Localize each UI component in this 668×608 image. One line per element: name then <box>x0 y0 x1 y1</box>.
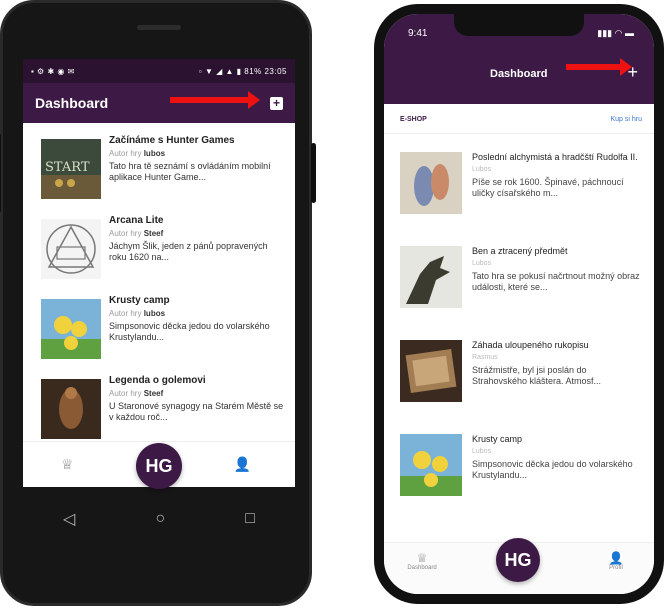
game-info: Ben a ztracený předmět Lubos Tato hra se… <box>472 246 644 340</box>
user-icon[interactable]: 👤 <box>234 456 251 473</box>
game-author: Autor hry Steef <box>109 389 164 398</box>
android-phone: ▪ ⚙ ✱ ◉ ✉ ▫ ▼ ◢ ▲ ▮ 81% 23:05 Dashboard … <box>0 0 316 606</box>
red-arrow-annotation <box>170 91 260 109</box>
game-title: Záhada uloupeného rukopisu <box>472 340 589 350</box>
list-item[interactable]: Legenda o golemovi Autor hry Steef U Sta… <box>41 371 285 451</box>
game-info: Arcana Lite Autor hry Steef Jáchym Šlik,… <box>109 215 285 291</box>
game-info: Krusty camp Lubos Simpsonovic děcka jedo… <box>472 434 644 528</box>
game-info: Krusty camp Autor hry lubos Simpsonovic … <box>109 295 285 371</box>
list-item[interactable]: Záhada uloupeného rukopisu Rasmus Strážm… <box>400 340 644 434</box>
status-icons-left: ▪ ⚙ ✱ ◉ ✉ <box>31 66 75 76</box>
list-item[interactable]: Arcana Lite Autor hry Steef Jáchym Šlik,… <box>41 211 285 291</box>
power-button <box>311 143 316 203</box>
game-thumbnail <box>41 219 101 279</box>
nav-header: 9:41 ▮▮▮ ◠ ▬ Dashboard + <box>384 14 654 104</box>
game-description: Simpsonovic děcka jedou do volarského Kr… <box>109 321 270 342</box>
game-description: Píše se rok 1600. Špinavé, páchnoucí uli… <box>472 177 624 198</box>
game-author: Autor hry lubos <box>109 149 166 158</box>
status-bar: ▪ ⚙ ✱ ◉ ✉ ▫ ▼ ◢ ▲ ▮ 81% 23:05 <box>23 59 295 83</box>
recents-icon[interactable]: □ <box>245 510 255 528</box>
game-title: Arcana Lite <box>109 215 164 226</box>
game-description: U Staronové synagogy na Starém Městě se … <box>109 401 284 422</box>
android-screen: ▪ ⚙ ✱ ◉ ✉ ▫ ▼ ◢ ▲ ▮ 81% 23:05 Dashboard … <box>23 59 295 487</box>
crown-icon[interactable]: ♕ <box>61 456 74 473</box>
game-description: Strážmistře, byl jsi poslán do Strahovsk… <box>472 365 602 386</box>
tab-label: Profil <box>609 565 623 571</box>
game-thumbnail <box>41 379 101 439</box>
game-thumbnail <box>400 434 462 496</box>
game-info: Záhada uloupeného rukopisu Rasmus Strážm… <box>472 340 644 434</box>
game-thumbnail <box>41 299 101 359</box>
buy-game-link[interactable]: Kup si hru <box>610 116 642 123</box>
game-thumbnail <box>400 246 462 308</box>
status-time: 9:41 <box>408 28 428 39</box>
game-title: Krusty camp <box>109 295 170 306</box>
game-list: START Začínáme s Hunter Games Autor hry … <box>23 123 295 451</box>
list-item[interactable]: Ben a ztracený předmět Lubos Tato hra se… <box>400 246 644 340</box>
tab-profile[interactable]: 👤 Profil <box>596 551 636 571</box>
game-thumbnail <box>400 340 462 402</box>
game-description: Simpsonovic děcka jedou do volarského Kr… <box>472 459 633 480</box>
game-title: Ben a ztracený předmět <box>472 246 568 256</box>
game-author: Autor hry Steef <box>109 229 164 238</box>
game-info: Poslední alchymistá a hradčští Rudolfa I… <box>472 152 644 246</box>
back-icon[interactable]: ◁ <box>63 509 75 529</box>
user-icon: 👤 <box>608 551 624 565</box>
hg-logo-icon[interactable]: HG <box>136 443 182 489</box>
start-thumbnail-text: START <box>45 160 90 175</box>
game-author: Rasmus <box>472 354 498 361</box>
game-info: Začínáme s Hunter Games Autor hry lubos … <box>109 135 285 211</box>
composite-image: ▪ ⚙ ✱ ◉ ✉ ▫ ▼ ◢ ▲ ▮ 81% 23:05 Dashboard … <box>0 0 668 608</box>
notch <box>454 14 584 36</box>
list-item[interactable]: Krusty camp Lubos Simpsonovic děcka jedo… <box>400 434 644 528</box>
crown-icon: ♕ <box>416 551 428 565</box>
android-nav-bar: ◁ ○ □ <box>23 497 295 541</box>
status-icons-right: ▫ ▼ ◢ ▲ ▮ 81% 23:05 <box>198 66 287 76</box>
status-icons: ▮▮▮ ◠ ▬ <box>597 28 634 38</box>
hg-logo-icon[interactable]: HG <box>496 538 540 582</box>
tab-dashboard[interactable]: ♕ Dashboard <box>402 551 442 571</box>
game-title: Legenda o golemovi <box>109 375 206 386</box>
tab-label: Dashboard <box>407 565 437 571</box>
plus-square-icon[interactable]: + <box>270 96 283 110</box>
eshop-list: Poslední alchymistá a hradčští Rudolfa I… <box>384 134 654 528</box>
game-title: Krusty camp <box>472 434 523 444</box>
speaker-grill <box>137 25 181 30</box>
game-author: Autor hry lubos <box>109 309 166 318</box>
home-icon[interactable]: ○ <box>155 510 165 528</box>
red-arrow-annotation <box>566 58 632 76</box>
game-author: Lubos <box>472 448 492 455</box>
game-thumbnail <box>400 152 462 214</box>
iphone: 9:41 ▮▮▮ ◠ ▬ Dashboard + E-SHOP Kup si h… <box>374 4 664 604</box>
game-author: Lubos <box>472 166 492 173</box>
game-title: Poslední alchymistá a hradčští Rudolfa I… <box>472 152 638 162</box>
volume-button <box>0 133 1 213</box>
section-title: E-SHOP <box>400 116 427 123</box>
game-thumbnail: START <box>41 139 101 199</box>
list-item[interactable]: START Začínáme s Hunter Games Autor hry … <box>41 131 285 211</box>
game-author: Lubos <box>472 260 492 267</box>
list-item[interactable]: Krusty camp Autor hry lubos Simpsonovic … <box>41 291 285 371</box>
page-title: Dashboard <box>490 68 548 80</box>
game-title: Začínáme s Hunter Games <box>109 135 235 146</box>
game-description: Tato hra se pokusí načrtnout možný obraz… <box>472 271 640 292</box>
game-description: Jáchym Šlik, jeden z pánů popravených ro… <box>109 241 268 262</box>
eshop-section-header: E-SHOP Kup si hru <box>384 104 654 134</box>
list-item[interactable]: Poslední alchymistá a hradčští Rudolfa I… <box>400 152 644 246</box>
iphone-screen: 9:41 ▮▮▮ ◠ ▬ Dashboard + E-SHOP Kup si h… <box>384 14 654 594</box>
game-info: Legenda o golemovi Autor hry Steef U Sta… <box>109 375 285 451</box>
page-title: Dashboard <box>35 95 109 111</box>
game-description: Tato hra tě seznámí s ovládáním mobilní … <box>109 161 271 182</box>
